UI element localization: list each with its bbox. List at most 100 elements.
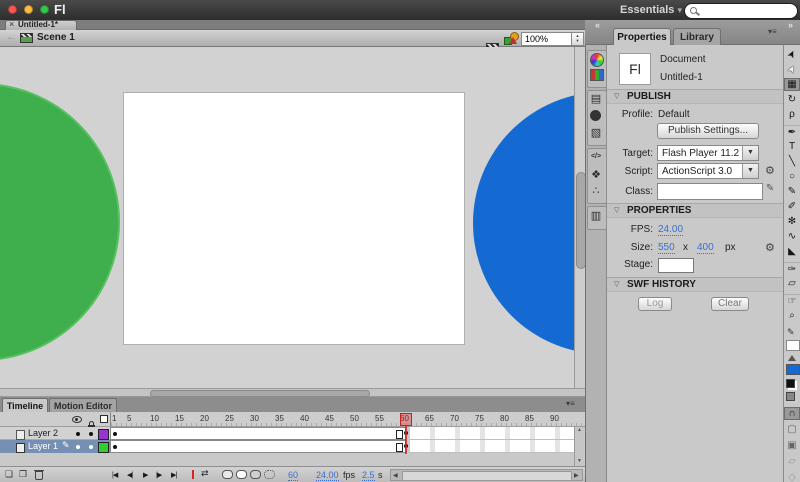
selection-tool[interactable]: ➤ — [784, 48, 800, 61]
close-tab-icon[interactable]: × — [9, 19, 14, 29]
brush-tool[interactable]: ✐ — [784, 200, 800, 213]
publish-section-header[interactable]: ▽ PUBLISH — [607, 89, 783, 104]
close-window-button[interactable] — [8, 5, 17, 14]
layer-outline-color-swatch[interactable] — [98, 442, 109, 453]
lasso-tool[interactable]: ρ — [784, 108, 800, 121]
class-edit-pencil-icon[interactable]: ✎ — [766, 183, 774, 194]
envelope-option[interactable]: ◇ — [784, 471, 800, 482]
stage-color-swatch[interactable] — [658, 258, 694, 273]
elapsed-time-value[interactable]: 2.5 — [362, 470, 375, 481]
document-tab[interactable]: × Untitled-1* — [5, 20, 77, 30]
green-circle-object[interactable] — [0, 83, 120, 361]
distort-option[interactable]: ▱ — [784, 455, 800, 468]
frame-ruler[interactable]: 1 5 10 15 20 25 30 35 40 45 50 55 60 65 … — [110, 412, 584, 427]
tab-timeline[interactable]: Timeline — [2, 398, 48, 412]
clear-button[interactable]: Clear — [711, 297, 749, 311]
current-frame-value[interactable]: 60 — [288, 470, 298, 481]
tab-motion-editor[interactable]: Motion Editor — [49, 398, 117, 412]
fill-color-swatch[interactable] — [786, 364, 800, 375]
hand-tool[interactable]: ☞ — [784, 294, 800, 308]
layer-outline-color-swatch[interactable] — [98, 429, 109, 440]
publish-settings-button[interactable]: Publish Settings... — [657, 123, 759, 139]
zoom-level-input[interactable] — [521, 32, 575, 46]
new-folder-button[interactable]: ❐ — [19, 469, 27, 480]
edit-symbols-button[interactable] — [504, 32, 517, 44]
vertical-scrollbar-thumb[interactable] — [576, 172, 585, 269]
script-dropdown[interactable]: ActionScript 3.0 ▼ — [657, 163, 759, 179]
modify-markers-button[interactable] — [264, 470, 275, 479]
snap-to-objects-option[interactable]: ∩ — [784, 407, 800, 420]
empty-frames-layer1[interactable] — [410, 440, 574, 453]
size-settings-wrench-icon[interactable]: ⚙ — [765, 241, 775, 254]
eyedropper-tool[interactable]: ✑ — [784, 262, 800, 276]
onion-skin-outlines-button[interactable] — [236, 470, 247, 479]
go-to-first-frame-button[interactable]: |◀ — [112, 471, 117, 479]
fps-value[interactable]: 24.00 — [658, 224, 683, 236]
back-arrow-icon[interactable]: ← — [6, 31, 17, 43]
document-name-value[interactable]: Untitled-1 — [660, 72, 703, 83]
onion-skin-button[interactable] — [222, 470, 233, 479]
tab-properties[interactable]: Properties — [613, 28, 671, 45]
project-panel-icon[interactable]: ▥ — [586, 209, 606, 223]
horizontal-scrollbar-thumb[interactable] — [150, 390, 370, 397]
class-input[interactable] — [657, 183, 763, 200]
subselection-tool[interactable]: ➤ — [784, 63, 800, 76]
scroll-down-icon[interactable]: ▼ — [577, 458, 582, 464]
timeline-horizontal-scrollbar[interactable]: ◀ ▶ — [390, 469, 583, 481]
blue-circle-object[interactable] — [473, 92, 585, 354]
stage-viewport[interactable] — [0, 47, 585, 388]
code-snippets-panel-icon[interactable]: </> — [586, 150, 606, 164]
go-to-last-frame-button[interactable]: ▶| — [171, 471, 176, 479]
align-panel-icon[interactable]: ▤ — [586, 92, 606, 106]
eraser-tool[interactable]: ▱ — [784, 277, 800, 290]
pen-tool[interactable]: ✒ — [784, 125, 800, 139]
oval-tool[interactable]: ○ — [784, 170, 800, 183]
swatches-panel-icon[interactable] — [590, 69, 604, 81]
size-width-value[interactable]: 550 — [658, 242, 675, 254]
scale-option[interactable]: ▣ — [784, 439, 800, 452]
playhead-line[interactable] — [405, 426, 407, 454]
motion-presets-panel-icon[interactable]: ∴ — [586, 184, 606, 198]
line-tool[interactable]: ╲ — [784, 155, 800, 168]
info-panel-icon[interactable] — [590, 110, 601, 121]
deco-tool[interactable]: ✻ — [784, 215, 800, 228]
zoom-stepper[interactable]: ▲ ▼ — [571, 32, 584, 46]
search-input[interactable] — [701, 5, 795, 18]
center-frame-button[interactable] — [192, 470, 194, 479]
frame-rate-value[interactable]: 24.00 — [316, 470, 339, 481]
edit-multiple-frames-button[interactable] — [250, 470, 261, 479]
scroll-up-icon[interactable]: ▲ — [577, 427, 582, 433]
collapse-dock-icon[interactable]: « — [595, 20, 600, 30]
tab-library[interactable]: Library — [673, 28, 721, 45]
components-panel-icon[interactable]: ❖ — [586, 168, 606, 182]
zoom-tool[interactable]: ⌕ — [784, 309, 800, 322]
panel-menu-icon[interactable]: ▾≡ — [768, 27, 777, 36]
outline-all-layers-icon[interactable] — [100, 415, 108, 423]
bone-tool[interactable]: ∿ — [784, 230, 800, 243]
layer1-frame-span[interactable] — [110, 440, 406, 453]
stroke-color-swatch[interactable] — [786, 340, 800, 351]
scroll-right-icon[interactable]: ▶ — [574, 472, 579, 479]
timeline-hscroll-thumb[interactable] — [402, 471, 572, 481]
show-hide-all-layers-icon[interactable] — [72, 416, 82, 423]
layer-name[interactable]: Layer 2 — [28, 428, 58, 438]
loop-button[interactable]: ⇄ — [201, 468, 209, 479]
layer-visibility-dot[interactable] — [76, 445, 80, 449]
stage-vertical-scrollbar[interactable] — [574, 47, 585, 388]
transform-panel-icon[interactable]: ▧ — [586, 126, 606, 140]
search-box[interactable] — [684, 3, 798, 19]
layer-name[interactable]: Layer 1 — [28, 441, 58, 451]
minimize-window-button[interactable] — [24, 5, 33, 14]
stage-canvas[interactable] — [123, 92, 465, 345]
layer-lock-dot[interactable] — [89, 432, 93, 436]
rotate-and-skew-option[interactable]: ▢ — [784, 423, 800, 436]
3d-rotation-tool[interactable]: ↻ — [784, 93, 800, 106]
zoom-window-button[interactable] — [40, 5, 49, 14]
black-white-colors-button[interactable] — [786, 379, 795, 388]
layer-visibility-dot[interactable] — [76, 432, 80, 436]
step-forward-button[interactable]: |▶ — [156, 471, 161, 479]
log-button[interactable]: Log — [638, 297, 672, 311]
swap-colors-button[interactable] — [786, 392, 795, 401]
paint-bucket-tool[interactable]: ◣ — [784, 245, 800, 258]
layer-lock-dot[interactable] — [89, 445, 93, 449]
